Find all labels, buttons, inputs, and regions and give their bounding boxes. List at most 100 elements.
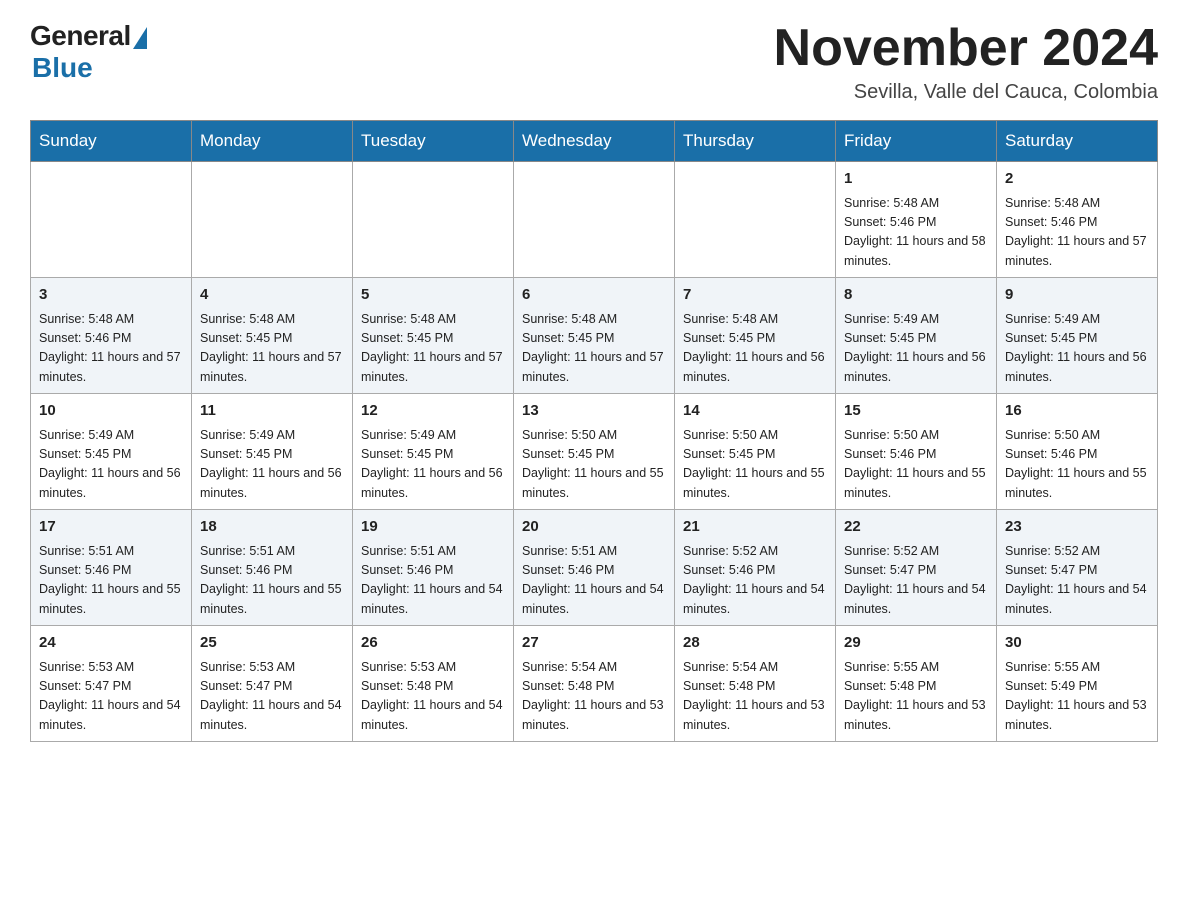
month-title: November 2024 [774,20,1158,77]
day-solar-info: Sunrise: 5:48 AM Sunset: 5:46 PM Dayligh… [39,310,183,388]
logo-blue-text: Blue [32,52,93,84]
calendar-cell [514,162,675,278]
day-number: 19 [361,516,505,539]
day-of-week-header: Saturday [997,121,1158,162]
logo-triangle-icon [133,27,147,49]
calendar-cell: 22 Sunrise: 5:52 AM Sunset: 5:47 PM Dayli… [836,510,997,626]
calendar-cell: 5Sunrise: 5:48 AM Sunset: 5:45 PM Daylig… [353,278,514,394]
calendar-cell [31,162,192,278]
day-solar-info: Sunrise: 5:51 AM Sunset: 5:46 PM Dayligh… [361,542,505,620]
calendar-cell: 20 Sunrise: 5:51 AM Sunset: 5:46 PM Dayli… [514,510,675,626]
calendar-week-row: 17 Sunrise: 5:51 AM Sunset: 5:46 PM Dayli… [31,510,1158,626]
day-number: 3 [39,284,183,307]
day-number: 12 [361,400,505,423]
calendar-cell: 11Sunrise: 5:49 AM Sunset: 5:45 PM Dayli… [192,394,353,510]
day-solar-info: Sunrise: 5:48 AM Sunset: 5:45 PM Dayligh… [200,310,344,388]
day-number: 10 [39,400,183,423]
calendar-header-row: SundayMondayTuesdayWednesdayThursdayFrid… [31,121,1158,162]
day-solar-info: Sunrise: 5:52 AM Sunset: 5:46 PM Dayligh… [683,542,827,620]
calendar-cell [675,162,836,278]
day-of-week-header: Friday [836,121,997,162]
day-number: 14 [683,400,827,423]
day-number: 8 [844,284,988,307]
day-solar-info: Sunrise: 5:51 AM Sunset: 5:46 PM Dayligh… [39,542,183,620]
day-number: 4 [200,284,344,307]
day-solar-info: Sunrise: 5:49 AM Sunset: 5:45 PM Dayligh… [361,426,505,504]
day-number: 21 [683,516,827,539]
calendar-cell [192,162,353,278]
calendar-cell: 23 Sunrise: 5:52 AM Sunset: 5:47 PM Dayli… [997,510,1158,626]
day-solar-info: Sunrise: 5:49 AM Sunset: 5:45 PM Dayligh… [39,426,183,504]
calendar-cell: 27Sunrise: 5:54 AM Sunset: 5:48 PM Dayli… [514,626,675,742]
day-of-week-header: Thursday [675,121,836,162]
day-number: 1 [844,168,988,191]
day-number: 17 [39,516,183,539]
day-solar-info: Sunrise: 5:50 AM Sunset: 5:45 PM Dayligh… [683,426,827,504]
day-number: 22 [844,516,988,539]
day-solar-info: Sunrise: 5:53 AM Sunset: 5:47 PM Dayligh… [39,658,183,736]
day-solar-info: Sunrise: 5:52 AM Sunset: 5:47 PM Dayligh… [1005,542,1149,620]
day-solar-info: Sunrise: 5:51 AM Sunset: 5:46 PM Dayligh… [522,542,666,620]
day-number: 27 [522,632,666,655]
calendar-cell: 12 Sunrise: 5:49 AM Sunset: 5:45 PM Dayli… [353,394,514,510]
day-solar-info: Sunrise: 5:51 AM Sunset: 5:46 PM Dayligh… [200,542,344,620]
day-solar-info: Sunrise: 5:55 AM Sunset: 5:48 PM Dayligh… [844,658,988,736]
day-solar-info: Sunrise: 5:54 AM Sunset: 5:48 PM Dayligh… [683,658,827,736]
day-solar-info: Sunrise: 5:48 AM Sunset: 5:45 PM Dayligh… [522,310,666,388]
day-of-week-header: Sunday [31,121,192,162]
calendar-cell: 4 Sunrise: 5:48 AM Sunset: 5:45 PM Daylig… [192,278,353,394]
calendar-cell: 13Sunrise: 5:50 AM Sunset: 5:45 PM Dayli… [514,394,675,510]
day-number: 20 [522,516,666,539]
calendar-cell: 10 Sunrise: 5:49 AM Sunset: 5:45 PM Dayli… [31,394,192,510]
day-number: 7 [683,284,827,307]
calendar-cell: 30 Sunrise: 5:55 AM Sunset: 5:49 PM Dayli… [997,626,1158,742]
day-number: 30 [1005,632,1149,655]
calendar-cell: 17 Sunrise: 5:51 AM Sunset: 5:46 PM Dayli… [31,510,192,626]
logo-general-text: General [30,20,131,52]
day-number: 23 [1005,516,1149,539]
day-solar-info: Sunrise: 5:55 AM Sunset: 5:49 PM Dayligh… [1005,658,1149,736]
calendar-week-row: 10 Sunrise: 5:49 AM Sunset: 5:45 PM Dayli… [31,394,1158,510]
calendar-week-row: 24 Sunrise: 5:53 AM Sunset: 5:47 PM Dayli… [31,626,1158,742]
day-number: 18 [200,516,344,539]
calendar-cell: 21 Sunrise: 5:52 AM Sunset: 5:46 PM Dayli… [675,510,836,626]
location-subtitle: Sevilla, Valle del Cauca, Colombia [774,81,1158,104]
day-number: 16 [1005,400,1149,423]
calendar-cell: 2 Sunrise: 5:48 AM Sunset: 5:46 PM Daylig… [997,162,1158,278]
calendar-week-row: 1 Sunrise: 5:48 AM Sunset: 5:46 PM Daylig… [31,162,1158,278]
day-solar-info: Sunrise: 5:50 AM Sunset: 5:46 PM Dayligh… [1005,426,1149,504]
calendar-cell: 3 Sunrise: 5:48 AM Sunset: 5:46 PM Daylig… [31,278,192,394]
title-block: November 2024 Sevilla, Valle del Cauca, … [774,20,1158,104]
day-solar-info: Sunrise: 5:48 AM Sunset: 5:45 PM Dayligh… [683,310,827,388]
logo: General Blue [30,20,147,84]
day-number: 29 [844,632,988,655]
day-of-week-header: Tuesday [353,121,514,162]
day-solar-info: Sunrise: 5:53 AM Sunset: 5:47 PM Dayligh… [200,658,344,736]
day-number: 26 [361,632,505,655]
day-number: 25 [200,632,344,655]
day-number: 28 [683,632,827,655]
calendar-cell: 7 Sunrise: 5:48 AM Sunset: 5:45 PM Daylig… [675,278,836,394]
calendar-cell: 28 Sunrise: 5:54 AM Sunset: 5:48 PM Dayli… [675,626,836,742]
calendar-cell: 19 Sunrise: 5:51 AM Sunset: 5:46 PM Dayli… [353,510,514,626]
day-of-week-header: Monday [192,121,353,162]
day-number: 6 [522,284,666,307]
day-solar-info: Sunrise: 5:48 AM Sunset: 5:46 PM Dayligh… [844,194,988,272]
day-solar-info: Sunrise: 5:52 AM Sunset: 5:47 PM Dayligh… [844,542,988,620]
day-of-week-header: Wednesday [514,121,675,162]
day-number: 24 [39,632,183,655]
calendar-cell: 9Sunrise: 5:49 AM Sunset: 5:45 PM Daylig… [997,278,1158,394]
calendar-cell: 1 Sunrise: 5:48 AM Sunset: 5:46 PM Daylig… [836,162,997,278]
calendar-cell: 18 Sunrise: 5:51 AM Sunset: 5:46 PM Dayli… [192,510,353,626]
day-solar-info: Sunrise: 5:49 AM Sunset: 5:45 PM Dayligh… [844,310,988,388]
day-number: 11 [200,400,344,423]
day-number: 2 [1005,168,1149,191]
calendar-cell: 8 Sunrise: 5:49 AM Sunset: 5:45 PM Daylig… [836,278,997,394]
day-solar-info: Sunrise: 5:48 AM Sunset: 5:46 PM Dayligh… [1005,194,1149,272]
calendar-cell: 26 Sunrise: 5:53 AM Sunset: 5:48 PM Dayli… [353,626,514,742]
day-solar-info: Sunrise: 5:53 AM Sunset: 5:48 PM Dayligh… [361,658,505,736]
calendar-table: SundayMondayTuesdayWednesdayThursdayFrid… [30,120,1158,742]
calendar-cell [353,162,514,278]
day-solar-info: Sunrise: 5:48 AM Sunset: 5:45 PM Dayligh… [361,310,505,388]
calendar-week-row: 3 Sunrise: 5:48 AM Sunset: 5:46 PM Daylig… [31,278,1158,394]
